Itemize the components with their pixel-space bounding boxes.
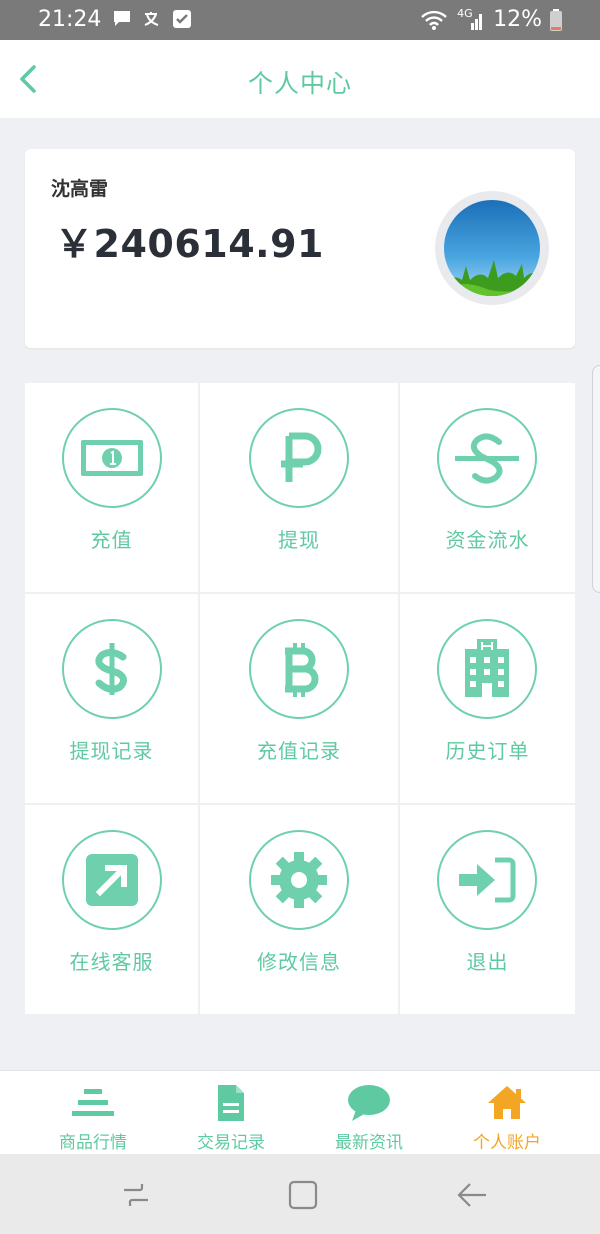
- function-grid: 充值 提现 资金流水 提现记录 充值记录 历史订单 在线客服 修改信息 退出: [25, 383, 575, 1016]
- battery-percent: 12%: [493, 7, 542, 32]
- tile-withdraw[interactable]: 提现: [200, 383, 398, 592]
- checkbox-icon: [173, 10, 191, 28]
- list-lines-icon: [72, 1089, 114, 1116]
- notification-icons: [112, 9, 192, 29]
- tile-label: 退出: [466, 950, 509, 974]
- banknote-icon: [62, 408, 162, 508]
- tab-personal-account[interactable]: 个人账户: [432, 1071, 582, 1155]
- home-button-icon[interactable]: [283, 1178, 323, 1212]
- tile-recharge-records[interactable]: 充值记录: [200, 594, 398, 803]
- top-bar: 个人中心: [0, 40, 600, 118]
- gear-icon: [249, 830, 349, 930]
- system-navigation-bar: [0, 1154, 600, 1234]
- tile-order-history[interactable]: 历史订单: [400, 594, 575, 803]
- tab-label: 交易记录: [197, 1133, 265, 1153]
- avatar-image: [444, 200, 540, 296]
- recent-apps-icon[interactable]: [116, 1178, 156, 1212]
- tile-label: 提现: [278, 528, 320, 552]
- tile-label: 资金流水: [445, 528, 530, 552]
- tile-label: 修改信息: [257, 950, 341, 974]
- tile-label: 提现记录: [69, 739, 154, 763]
- tab-market[interactable]: 商品行情: [18, 1071, 168, 1155]
- tile-logout[interactable]: 退出: [400, 805, 575, 1014]
- translate-icon: [144, 12, 159, 26]
- message-icon: [114, 11, 130, 26]
- dollar-icon: [62, 619, 162, 719]
- back-arrow-icon[interactable]: [452, 1178, 492, 1212]
- tab-label: 个人账户: [473, 1133, 541, 1153]
- tile-label: 充值记录: [257, 739, 341, 763]
- account-card: 沈高雷 ￥240614.91: [25, 149, 575, 348]
- home-icon: [488, 1086, 526, 1119]
- battery-icon: [550, 8, 562, 31]
- edge-panel-handle[interactable]: [592, 365, 600, 593]
- account-balance: ￥240614.91: [55, 222, 324, 266]
- tab-label: 最新资讯: [335, 1133, 403, 1153]
- tile-label: 在线客服: [69, 950, 154, 974]
- page-title: 个人中心: [247, 69, 352, 98]
- tab-news[interactable]: 最新资讯: [294, 1071, 444, 1155]
- bottom-tab-bar: 商品行情 交易记录 最新资讯 个人账户: [0, 1070, 600, 1154]
- tile-online-service[interactable]: 在线客服: [25, 805, 198, 1014]
- wifi-icon: [421, 10, 447, 30]
- bitcoin-icon: [249, 619, 349, 719]
- signal-icon: 4G: [457, 7, 485, 31]
- tab-label: 商品行情: [59, 1133, 127, 1153]
- tile-edit-info[interactable]: 修改信息: [200, 805, 398, 1014]
- document-icon: [218, 1085, 244, 1121]
- tile-label: 历史订单: [445, 739, 530, 763]
- status-bar: 21:24 4G 12%: [0, 0, 600, 40]
- tab-trade-records[interactable]: 交易记录: [156, 1071, 306, 1155]
- chat-bubble-icon: [348, 1085, 390, 1121]
- tile-withdraw-records[interactable]: 提现记录: [25, 594, 198, 803]
- external-link-icon: [62, 830, 162, 930]
- system-icons: 4G 12%: [419, 7, 562, 32]
- avatar[interactable]: [435, 191, 549, 305]
- tile-label: 充值: [90, 528, 133, 552]
- tile-fund-flow[interactable]: 资金流水: [400, 383, 575, 592]
- user-name: 沈高雷: [51, 178, 109, 200]
- status-time: 21:24: [38, 7, 102, 32]
- tile-recharge[interactable]: 充值: [25, 383, 198, 592]
- sign-in-icon: [437, 830, 537, 930]
- ruble-icon: [249, 408, 349, 508]
- hospital-building-icon: [437, 619, 537, 719]
- shekel-s-icon: [437, 408, 537, 508]
